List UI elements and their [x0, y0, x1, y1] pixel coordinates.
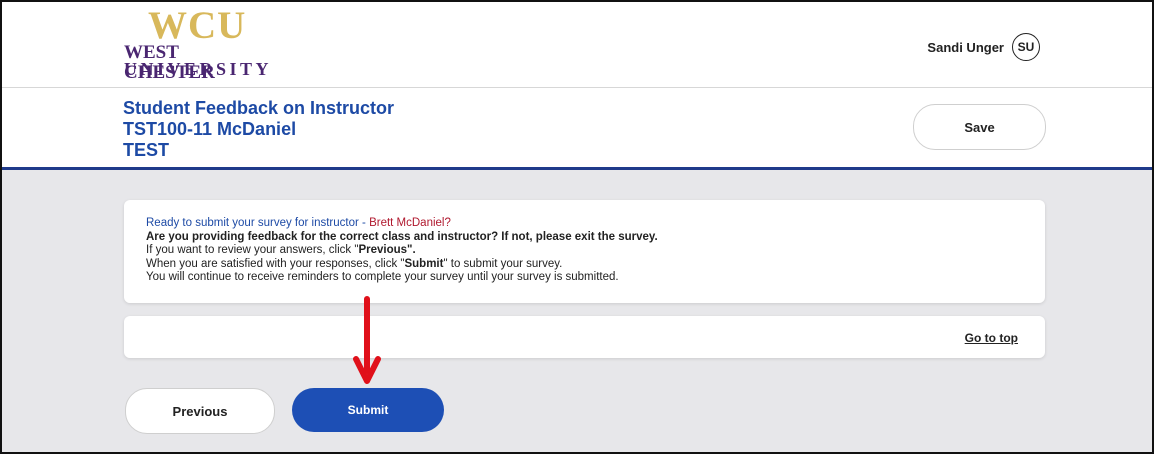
submit-line: When you are satisfied with your respons… [146, 258, 658, 272]
instructor-name: Brett McDaniel? [369, 217, 451, 229]
main-content: Ready to submit your survey for instruct… [2, 170, 1152, 452]
ready-line: Ready to submit your survey for instruct… [146, 217, 658, 231]
go-to-top-link[interactable]: Go to top [965, 331, 1018, 345]
go-to-top-bar: Go to top [124, 316, 1045, 358]
logo-wcu-text: WCU [148, 4, 247, 47]
save-button[interactable]: Save [913, 104, 1046, 150]
submit-button[interactable]: Submit [292, 388, 444, 432]
survey-title-block: Student Feedback on Instructor TST100-11… [123, 98, 394, 161]
page-title: Student Feedback on Instructor [123, 98, 395, 118]
course-name: TST100-11 McDaniel [123, 119, 297, 139]
wcu-logo[interactable]: WCU WEST CHESTER UNIVERSITY [124, 4, 269, 83]
review-line: If you want to review your answers, clic… [146, 244, 658, 258]
user-menu[interactable]: Sandi Unger SU [927, 32, 1040, 62]
red-arrow-annotation-icon [353, 296, 381, 384]
submit-prefix: When you are satisfied with your respons… [146, 257, 405, 270]
confirm-question: Are you providing feedback for the corre… [146, 230, 658, 243]
term-name: TEST [123, 140, 170, 160]
previous-button[interactable]: Previous [125, 388, 275, 434]
avatar[interactable]: SU [1012, 33, 1040, 61]
user-name: Sandi Unger [927, 39, 1004, 55]
review-previous-word: Previous". [358, 244, 416, 256]
submit-word: Submit [404, 257, 444, 270]
reminder-line: You will continue to receive reminders t… [146, 271, 619, 283]
app-frame: WCU WEST CHESTER UNIVERSITY Sandi Unger … [0, 0, 1154, 454]
instructions-text: Ready to submit your survey for instruct… [146, 217, 658, 285]
top-bar: WCU WEST CHESTER UNIVERSITY Sandi Unger … [2, 2, 1152, 88]
submit-suffix: " to submit your survey. [443, 257, 563, 270]
review-prefix: If you want to review your answers, clic… [146, 244, 359, 256]
survey-header: Student Feedback on Instructor TST100-11… [2, 88, 1152, 170]
submit-instructions-card: Ready to submit your survey for instruct… [124, 200, 1045, 303]
logo-university-text: UNIVERSITY [124, 59, 273, 79]
ready-prefix: Ready to submit your survey for instruct… [146, 217, 370, 229]
